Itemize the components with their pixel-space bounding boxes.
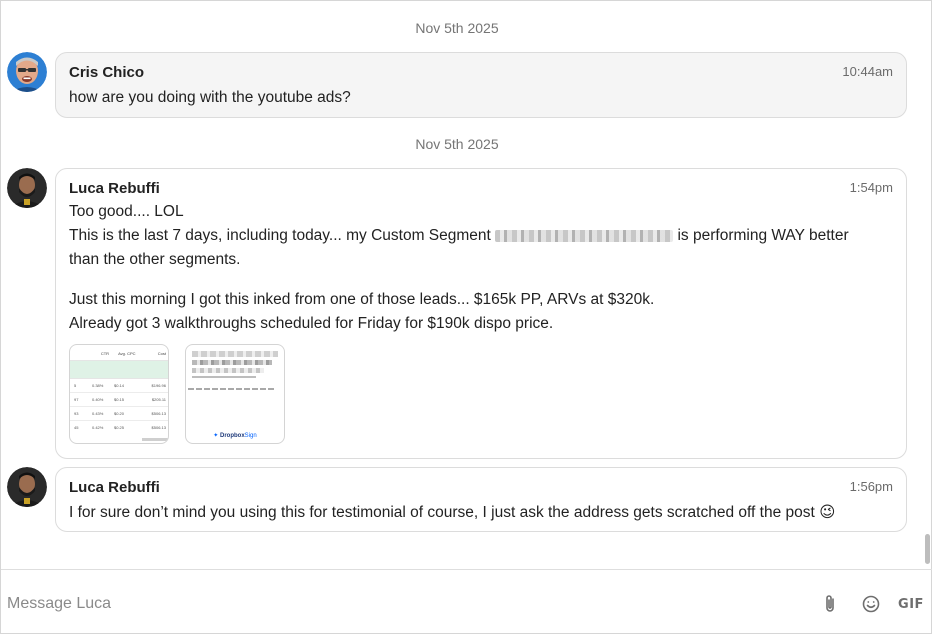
sheet-header: Avg. CPC	[118, 351, 136, 356]
message-text: I for sure don’t mind you using this for…	[69, 501, 893, 525]
date-separator: Nov 5th 2025	[415, 136, 499, 152]
avatar-luca-rebuffi[interactable]	[7, 467, 47, 507]
message-text: Too good.... LOL	[69, 203, 184, 220]
gif-button[interactable]: GIF	[897, 594, 925, 614]
sender-name[interactable]: Luca Rebuffi	[69, 180, 893, 198]
wink-emoji-icon: 😉	[819, 504, 836, 521]
message-time: 1:54pm	[849, 180, 893, 195]
message-bubble: Luca Rebuffi 1:54pm Too good.... LOL Thi…	[55, 168, 907, 459]
message-text: Just this morning I got this inked from …	[69, 291, 655, 308]
message-thread[interactable]: Nov 5th 2025 Cris Chico 10:44am how are …	[1, 1, 925, 569]
redacted-segment-name	[495, 229, 674, 242]
avatar-cris-chico[interactable]	[7, 52, 47, 92]
paperclip-icon[interactable]	[820, 594, 840, 614]
message-text-segment: I for sure don’t mind you using this for…	[69, 504, 815, 521]
dropbox-sign-logo: ✦ DropboxSign	[213, 433, 257, 439]
date-separator: Nov 5th 2025	[415, 20, 499, 36]
sheet-row: 93 0.43% $0.20 $506.13	[70, 407, 168, 421]
chat-window: Nov 5th 2025 Cris Chico 10:44am how are …	[0, 0, 932, 634]
sheet-header: Cost	[157, 351, 166, 356]
avatar-luca-rebuffi[interactable]	[7, 168, 47, 208]
attachment-spreadsheet[interactable]: CTR Avg. CPC Cost 5 0.38% $0.14 $196.96	[69, 344, 169, 444]
sheet-row: 45 0.42% $0.25 $506.13	[74, 425, 166, 430]
message-time: 1:56pm	[849, 479, 893, 494]
emoji-icon[interactable]	[861, 594, 881, 614]
message-text: than the other segments.	[69, 251, 241, 268]
message-bubble: Luca Rebuffi 1:56pm I for sure don’t min…	[55, 467, 907, 532]
message-text: Already got 3 walkthroughs scheduled for…	[69, 315, 554, 332]
scrollbar-thumb[interactable]	[925, 534, 930, 564]
thread-scrollbar[interactable]	[923, 1, 931, 569]
attachment-document[interactable]: ✦ DropboxSign	[185, 344, 285, 444]
sender-name[interactable]: Luca Rebuffi	[69, 479, 893, 497]
sheet-header: CTR	[100, 351, 110, 356]
message-time: 10:44am	[842, 64, 893, 79]
sheet-row: 5 0.38% $0.14 $196.96	[70, 379, 168, 393]
sender-name[interactable]: Cris Chico	[69, 64, 893, 82]
message-composer: GIF	[1, 569, 932, 634]
attachments: CTR Avg. CPC Cost 5 0.38% $0.14 $196.96	[69, 344, 893, 444]
message-input[interactable]	[7, 592, 787, 616]
message-text-segment: is performing WAY better	[677, 227, 849, 244]
message-text: This is the last 7 days, including today…	[69, 224, 893, 248]
sheet-row: 97 0.40% $0.15 $205.11	[70, 393, 168, 407]
message-bubble: Cris Chico 10:44am how are you doing wit…	[55, 52, 907, 118]
message-text-segment: This is the last 7 days, including today…	[69, 227, 491, 244]
dropbox-icon: ✦	[213, 433, 219, 439]
message-text: how are you doing with the youtube ads?	[69, 89, 351, 106]
